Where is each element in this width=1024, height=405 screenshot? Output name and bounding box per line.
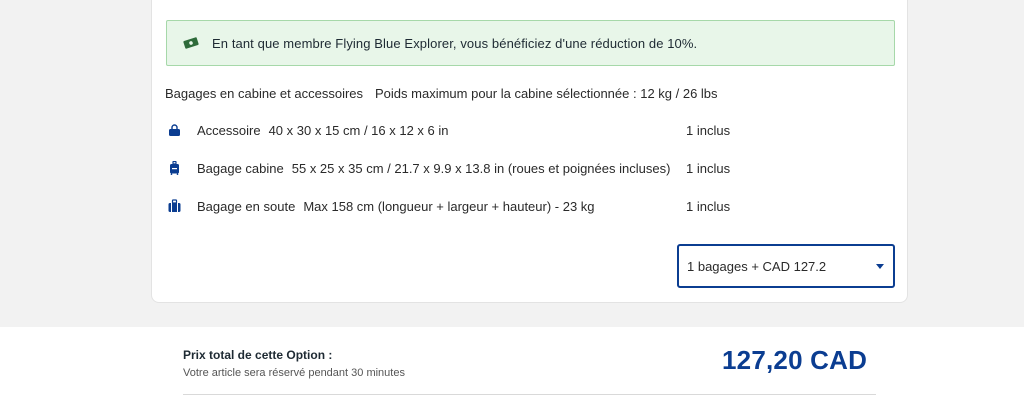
- total-price: 127,20 CAD: [722, 345, 868, 375]
- chevron-down-icon: [876, 264, 884, 269]
- promo-banner: En tant que membre Flying Blue Explorer,…: [166, 20, 895, 66]
- divider: [183, 394, 876, 395]
- baggage-item-included: 1 inclus: [686, 199, 731, 214]
- baggage-header-weight: Poids maximum pour la cabine sélectionné…: [375, 86, 718, 101]
- cabin-bag-icon: [170, 161, 179, 175]
- total-price-title: Prix total de cette Option :: [183, 348, 333, 362]
- baggage-header-title: Bagages en cabine et accessoires: [165, 86, 364, 101]
- baggage-row-checked: Bagage en soute Max 158 cm (longueur + la…: [168, 197, 888, 217]
- baggage-item-name: Bagage en soute: [197, 199, 296, 214]
- reservation-note: Votre article sera réservé pendant 30 mi…: [183, 367, 405, 379]
- baggage-item-included: 1 inclus: [686, 123, 731, 138]
- promo-text: En tant que membre Flying Blue Explorer,…: [212, 35, 698, 51]
- baggage-header: Bagages en cabine et accessoires Poids ma…: [165, 86, 718, 101]
- baggage-item-included: 1 inclus: [686, 161, 731, 176]
- baggage-item-dimensions: 55 x 25 x 35 cm / 21.7 x 9.9 x 13.8 in (…: [291, 161, 671, 176]
- baggage-item-dimensions: 40 x 30 x 15 cm / 16 x 12 x 6 in: [268, 123, 449, 138]
- baggage-item-name: Accessoire: [197, 123, 261, 138]
- baggage-row-accessory: Accessoire 40 x 30 x 15 cm / 16 x 12 x 6 …: [168, 121, 888, 141]
- bag-icon: [169, 124, 180, 136]
- suitcase-icon: [168, 199, 181, 212]
- price-footer: Prix total de cette Option : Votre artic…: [0, 327, 1024, 405]
- baggage-select-value: 1 bagages + CAD 127.2: [687, 258, 827, 274]
- ticket-discount-icon: [183, 37, 199, 49]
- baggage-item-name: Bagage cabine: [197, 161, 284, 176]
- baggage-card: En tant que membre Flying Blue Explorer,…: [151, 0, 908, 303]
- baggage-quantity-select[interactable]: 1 bagages + CAD 127.2: [677, 244, 895, 288]
- baggage-item-dimensions: Max 158 cm (longueur + largeur + hauteur…: [303, 199, 595, 214]
- baggage-row-cabin: Bagage cabine 55 x 25 x 35 cm / 21.7 x 9.…: [168, 159, 888, 179]
